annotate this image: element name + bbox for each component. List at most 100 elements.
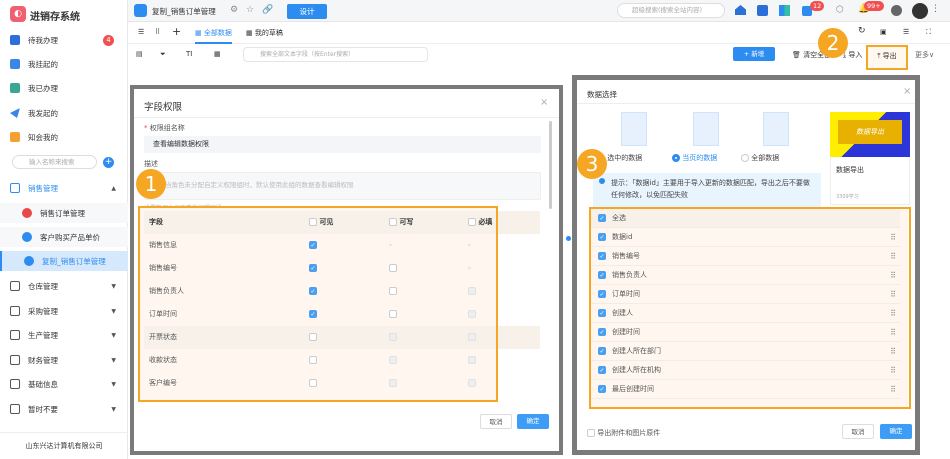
user-icon: [10, 35, 20, 45]
todo-badge: 4: [103, 34, 114, 46]
export-option-radio[interactable]: 全部数据: [741, 153, 779, 163]
gear-icon[interactable]: ⚙: [230, 5, 238, 15]
ok-button[interactable]: 确定: [517, 414, 549, 429]
table-search-input[interactable]: 搜索全部文本字段（按Enter搜索）: [243, 47, 428, 62]
label: 更多: [915, 51, 929, 59]
modal-title: 数据选择: [587, 90, 617, 99]
sidebar-item-suspended[interactable]: 我挂起的: [0, 54, 128, 74]
sidebar-group-temp[interactable]: 暂时不要 ▼: [0, 399, 128, 419]
video-card[interactable]: 数据导出 3309学习: [830, 157, 910, 205]
skin-icon[interactable]: [891, 5, 902, 16]
avatar[interactable]: [912, 3, 928, 19]
export-modal-frame: 数据选择 × 选中的数据 当页的数据 全部数据 数据导出 数据导出 3309学习…: [572, 75, 920, 455]
video-thumbnail[interactable]: 数据导出: [830, 112, 910, 157]
sidebar-item-customer-price[interactable]: 客户购买产品单价: [0, 227, 128, 247]
shield-icon[interactable]: ⬡: [836, 5, 844, 15]
label: 采购管理: [28, 306, 58, 316]
export-button[interactable]: ⤒ 导出: [866, 45, 908, 70]
sidebar-group-purchase[interactable]: 采购管理 ▼: [0, 301, 128, 321]
more-vertical-icon[interactable]: ⋮: [931, 4, 940, 14]
label: 待我办理: [28, 35, 58, 45]
label: 客户购买产品单价: [40, 232, 100, 242]
company-name: 山东兴达计算机有限公司: [0, 432, 128, 451]
sidebar-group-warehouse[interactable]: 仓库管理 ▼: [0, 276, 128, 296]
caret-down-icon: ▼: [111, 282, 116, 290]
global-search-input[interactable]: 超级搜索(搜索全站内容): [617, 3, 725, 18]
sidebar-item-initiated[interactable]: 我发起的: [0, 103, 128, 123]
label: 全部数据: [751, 154, 780, 162]
label: 暂时不要: [28, 404, 58, 414]
label: 知会我的: [28, 132, 58, 142]
sidebar-item-done[interactable]: 我已办理: [0, 78, 128, 98]
sidebar-item-sales-order[interactable]: 销售订单管理: [0, 203, 128, 223]
sidebar-item-todo[interactable]: 待我办理 4: [0, 30, 128, 50]
app-icon: [22, 208, 32, 218]
sidebar-item-copy-sales-order[interactable]: 复制_销售订单管理: [0, 251, 128, 271]
export-attachments-checkbox[interactable]: 导出附件和图片原件: [587, 428, 660, 438]
sidebar-item-cc[interactable]: 知会我的: [0, 127, 128, 147]
page-data-illustration: [693, 112, 719, 146]
name-label: * 权限组名称: [144, 124, 185, 132]
tip-text: 提示：「数据id」主要用于导入更新的数据匹配，导出之后不要做任何修改，以免匹配失…: [611, 179, 810, 199]
tab-my-drafts[interactable]: ▦ 我的草稿: [246, 28, 283, 38]
label: 复制_销售订单管理: [42, 256, 106, 266]
caret-down-icon: ▼: [111, 307, 116, 315]
notification-badge: 99+: [864, 1, 884, 11]
export-option-radio[interactable]: 当页的数据: [672, 153, 717, 163]
selected-data-illustration: [621, 112, 647, 146]
label: 导出附件和图片原件: [597, 429, 661, 437]
field-permission-modal-frame: 字段权限 × * 权限组名称 查看编辑数据权限 描述 当角色未分配自定义权限组时…: [130, 85, 563, 455]
cancel-button[interactable]: 取消: [842, 424, 874, 439]
sidebar-group-sales[interactable]: 销售管理 ▲: [0, 178, 128, 198]
sidebar-group-production[interactable]: 生产管理 ▼: [0, 325, 128, 345]
close-icon[interactable]: ×: [540, 97, 548, 108]
ok-button[interactable]: 确定: [880, 424, 912, 439]
print-icon[interactable]: ▣: [880, 28, 887, 36]
megaphone-icon: [10, 132, 20, 142]
label: 导出: [882, 52, 897, 60]
folder-icon: [10, 306, 20, 316]
scrollbar[interactable]: [549, 121, 552, 209]
design-button[interactable]: 设计: [287, 4, 327, 19]
sidebar-group-finance[interactable]: 财务管理 ▼: [0, 350, 128, 370]
filter-icon[interactable]: ⏷: [160, 50, 166, 59]
fullscreen-icon[interactable]: ⛶: [926, 28, 931, 37]
link-icon[interactable]: 🔗: [262, 5, 273, 15]
annotation-box-1: [138, 206, 498, 402]
star-icon[interactable]: ☆: [246, 5, 254, 15]
done-icon: [10, 83, 20, 93]
grid-icon[interactable]: ⠿: [155, 28, 160, 36]
apps-icon[interactable]: [779, 5, 790, 16]
divider: [134, 117, 559, 118]
label: 销售订单管理: [40, 208, 85, 218]
refresh-icon[interactable]: ↻: [858, 26, 866, 36]
modal-title: 字段权限: [144, 102, 183, 113]
columns-icon[interactable]: ☰: [903, 28, 909, 36]
sidebar-group-basic-info[interactable]: 基础信息 ▼: [0, 374, 128, 394]
caret-down-icon: ▼: [111, 405, 116, 413]
label: 我挂起的: [28, 59, 58, 69]
add-button[interactable]: +: [103, 157, 114, 168]
sidebar: ◐ 进销存系统 待我办理 4 我挂起的 我已办理 我发起的 知会我的 输入名称来搜…: [0, 0, 128, 459]
tab-all-data[interactable]: ▦ 全部数据: [195, 28, 232, 44]
text-size-icon[interactable]: TI: [186, 50, 192, 58]
calendar-icon[interactable]: ▦: [214, 50, 221, 58]
add-view-icon[interactable]: +: [172, 25, 181, 38]
video-views: 3309学习: [836, 194, 859, 200]
contacts-icon[interactable]: [757, 5, 768, 16]
desc-textarea[interactable]: 当角色未分配自定义权限组时，默认使用此组的数据查看编辑权限: [144, 172, 541, 200]
label: 基础信息: [28, 379, 58, 389]
more-button[interactable]: 更多∨: [915, 50, 934, 60]
close-icon[interactable]: ×: [903, 86, 911, 97]
all-data-illustration: [763, 112, 789, 146]
label: 我的草稿: [254, 29, 283, 37]
filter-view-icon[interactable]: ▤: [136, 50, 143, 58]
list-icon[interactable]: ☰: [138, 28, 144, 36]
sidebar-search-input[interactable]: 输入名称来搜索: [12, 155, 97, 169]
cancel-button[interactable]: 取消: [480, 414, 512, 429]
info-icon: [599, 178, 605, 184]
new-button[interactable]: + 新增: [733, 47, 775, 61]
name-input[interactable]: 查看编辑数据权限: [144, 136, 541, 153]
import-button[interactable]: ⤓ 导入: [843, 50, 862, 60]
folder-icon: [10, 281, 20, 291]
